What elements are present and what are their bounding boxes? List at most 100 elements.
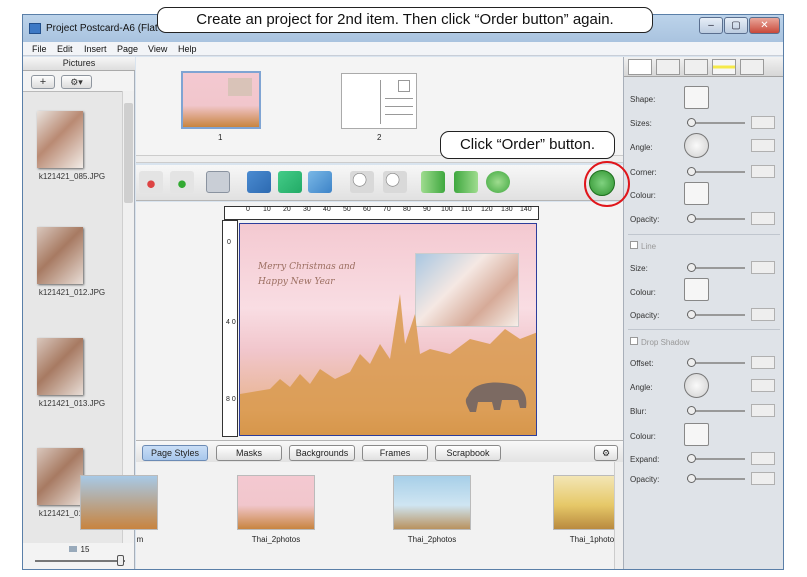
line-opacity-slider-thumb[interactable]: [687, 310, 696, 319]
angle-field[interactable]: [751, 139, 775, 152]
zoom-in-icon[interactable]: [350, 171, 374, 193]
redo-icon[interactable]: [170, 171, 194, 193]
ruler-tick: 60: [363, 206, 371, 213]
ruler-tick: 130: [501, 206, 513, 213]
offset-field[interactable]: [751, 356, 775, 369]
add-text-icon[interactable]: [278, 171, 302, 193]
style-thumbnail[interactable]: [393, 475, 471, 530]
maximize-button[interactable]: ▢: [724, 17, 748, 34]
expand-field[interactable]: [751, 452, 775, 465]
bottom-tabs: Page Styles Masks Backgrounds Frames Scr…: [136, 440, 623, 462]
tab-shape-icon[interactable]: [628, 59, 652, 75]
drop-shadow-checkbox[interactable]: [630, 337, 638, 345]
ruler-tick: 50: [343, 206, 351, 213]
ruler-tick: 20: [283, 206, 291, 213]
ruler-tick: 70: [383, 206, 391, 213]
line-size-slider-thumb[interactable]: [687, 263, 696, 272]
label-angle: Angle:: [630, 143, 653, 152]
sizes-field[interactable]: [751, 116, 775, 129]
tab-masks[interactable]: Masks: [216, 445, 282, 461]
order-button-highlight: [584, 161, 630, 207]
scrollbar-thumb[interactable]: [124, 103, 133, 203]
ruler-tick: 90: [423, 206, 431, 213]
tab-frames[interactable]: Frames: [362, 445, 428, 461]
undo-icon[interactable]: [139, 171, 163, 193]
tab-text-icon[interactable]: [684, 59, 708, 75]
pictures-settings-button[interactable]: ⚙▾: [61, 75, 92, 89]
divider: [628, 329, 780, 330]
label-shadow-angle: Angle:: [630, 383, 653, 392]
line-size-field[interactable]: [751, 261, 775, 274]
shadow-angle-field[interactable]: [751, 379, 775, 392]
tab-backgrounds[interactable]: Backgrounds: [289, 445, 355, 461]
blur-slider-thumb[interactable]: [687, 406, 696, 415]
page-thumbnail-1[interactable]: [181, 71, 261, 129]
shadow-opacity-slider-thumb[interactable]: [687, 474, 696, 483]
menu-edit[interactable]: Edit: [57, 44, 73, 54]
tab-frame-icon[interactable]: [656, 59, 680, 75]
previous-page-icon[interactable]: [421, 171, 445, 193]
tab-align-icon[interactable]: [740, 59, 764, 75]
next-page-icon[interactable]: [454, 171, 478, 193]
corner-slider-thumb[interactable]: [687, 167, 696, 176]
style-thumbnail[interactable]: [237, 475, 315, 530]
import-icon[interactable]: [308, 171, 332, 193]
label-shadow-opacity: Opacity:: [630, 475, 660, 484]
shadow-colour-swatch[interactable]: [684, 423, 709, 446]
shadow-angle-dial[interactable]: [684, 373, 709, 398]
postcard-canvas[interactable]: Merry Christmas and Happy New Year: [239, 223, 537, 436]
opacity-slider-thumb[interactable]: [687, 214, 696, 223]
picture-thumbnail[interactable]: [37, 227, 83, 284]
angle-dial[interactable]: [684, 133, 709, 158]
label-opacity: Opacity:: [630, 215, 660, 224]
tab-highlight-icon[interactable]: [712, 59, 736, 75]
add-picture-button[interactable]: +: [31, 75, 55, 89]
blur-field[interactable]: [751, 404, 775, 417]
picture-thumbnail[interactable]: [37, 338, 83, 395]
minimize-button[interactable]: –: [699, 17, 723, 34]
label-blur: Blur:: [630, 407, 647, 416]
picture-caption: k121421_013.JPG: [38, 399, 106, 408]
menu-insert[interactable]: Insert: [84, 44, 107, 54]
menu-file[interactable]: File: [32, 44, 47, 54]
label-colour: Colour:: [630, 191, 656, 200]
line-colour-swatch[interactable]: [684, 278, 709, 301]
menu-view[interactable]: View: [148, 44, 167, 54]
menu-help[interactable]: Help: [178, 44, 197, 54]
line-opacity-field[interactable]: [751, 308, 775, 321]
menu-page[interactable]: Page: [117, 44, 138, 54]
corner-field[interactable]: [751, 165, 775, 178]
greeting-line-1[interactable]: Merry Christmas and: [258, 262, 356, 272]
zoom-out-icon[interactable]: [383, 171, 407, 193]
save-icon[interactable]: [206, 171, 230, 193]
play-icon[interactable]: [486, 171, 510, 193]
label-offset: Offset:: [630, 359, 654, 368]
label-shape: Shape:: [630, 95, 656, 104]
page-thumbnail-2[interactable]: [341, 73, 417, 129]
page-number: 1: [218, 133, 223, 142]
sizes-slider-thumb[interactable]: [687, 118, 696, 127]
tab-scrapbook[interactable]: Scrapbook: [435, 445, 501, 461]
line-checkbox[interactable]: [630, 241, 638, 249]
label-sizes: Sizes:: [630, 119, 652, 128]
ruler-left-tick: 8 0: [226, 396, 236, 403]
add-page-icon[interactable]: [247, 171, 271, 193]
offset-slider-thumb[interactable]: [687, 358, 696, 367]
picture-thumbnail[interactable]: [37, 448, 83, 505]
picture-caption: k121421_085.JPG: [38, 172, 106, 181]
label-line-opacity: Opacity:: [630, 311, 660, 320]
expand-slider-thumb[interactable]: [687, 454, 696, 463]
thumbnail-size-slider[interactable]: [35, 560, 125, 562]
picture-thumbnail[interactable]: [37, 111, 83, 168]
label-drop-shadow: Drop Shadow: [641, 338, 690, 347]
slider-thumb[interactable]: [117, 555, 124, 566]
styles-scrollbar[interactable]: [614, 462, 623, 569]
styles-settings-button[interactable]: ⚙: [594, 445, 618, 461]
opacity-field[interactable]: [751, 212, 775, 225]
style-thumbnail[interactable]: [80, 475, 158, 530]
shadow-opacity-field[interactable]: [751, 472, 775, 485]
close-button[interactable]: ✕: [749, 17, 780, 34]
colour-swatch[interactable]: [684, 182, 709, 205]
tab-page-styles[interactable]: Page Styles: [142, 445, 208, 461]
shape-selector[interactable]: [684, 86, 709, 109]
